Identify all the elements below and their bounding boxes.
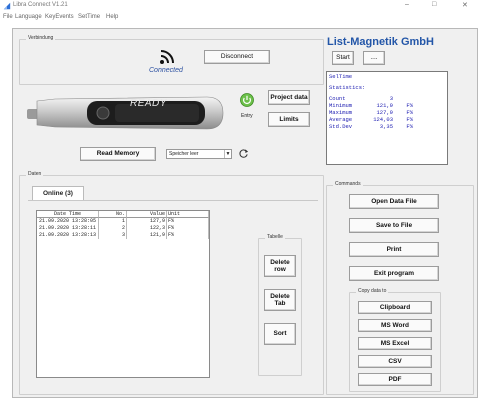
clipboard-button[interactable]: Clipboard: [358, 301, 432, 314]
open-data-file-button[interactable]: Open Data File: [349, 194, 439, 209]
connection-status: Connected: [149, 67, 183, 74]
connection-group: Verbindung Connected Disconnect: [19, 35, 324, 85]
start-button[interactable]: Start: [332, 51, 354, 65]
table-row[interactable]: 21.09.2020 13:28:11 2 122,3 F%: [37, 225, 209, 232]
refresh-icon[interactable]: [238, 148, 249, 159]
close-button[interactable]: ✕: [462, 1, 468, 9]
delete-tab-button[interactable]: Delete Tab: [264, 289, 296, 311]
stat-row: Average 124,03 F%: [329, 116, 413, 123]
device-display: READY: [130, 98, 167, 109]
sort-button[interactable]: Sort: [264, 323, 296, 345]
menu-file[interactable]: File: [3, 14, 13, 20]
memory-select[interactable]: Speicher leer ▼: [166, 149, 232, 159]
disconnect-button[interactable]: Disconnect: [204, 50, 270, 64]
copy-data-group: Copy data to Clipboard MS Word MS Excel …: [349, 288, 441, 392]
menu-help[interactable]: Help: [106, 14, 118, 20]
blue-triangle-icon: [3, 2, 11, 10]
output-title: Statistics:: [329, 84, 366, 91]
menu-bar: File Language KeyEvents SetTime Help: [0, 12, 480, 24]
main-panel: Verbindung Connected Disconnect READY En…: [12, 28, 478, 398]
save-to-file-button[interactable]: Save to File: [349, 218, 439, 233]
pdf-button[interactable]: PDF: [358, 373, 432, 386]
title-bar: Libra Connect V1.21 – □ ✕: [0, 0, 480, 12]
tab-divider: [28, 200, 318, 201]
csv-button[interactable]: CSV: [358, 355, 432, 368]
copy-data-group-title: Copy data to: [356, 288, 389, 294]
device-pen-image: [27, 96, 224, 130]
delete-row-button[interactable]: Delete row: [264, 255, 296, 277]
stat-row: Count 3: [329, 95, 393, 102]
output-header: SelTime: [329, 73, 353, 80]
memory-select-value: Speicher leer: [169, 151, 199, 157]
maximize-button[interactable]: □: [432, 1, 436, 8]
ms-excel-button[interactable]: MS Excel: [358, 337, 432, 350]
table-row[interactable]: 21.09.2020 13:28:13 3 121,9 F%: [37, 232, 209, 239]
connection-group-title: Verbindung: [26, 35, 56, 41]
limits-button[interactable]: Limits: [268, 112, 310, 127]
commands-group-title: Commands: [333, 181, 363, 187]
table-actions-group: Tabelle Delete row Delete Tab Sort: [258, 234, 302, 376]
company-title: List-Magnetik GmbH: [327, 36, 434, 48]
exit-program-button[interactable]: Exit program: [349, 266, 439, 281]
menu-language[interactable]: Language: [15, 14, 42, 20]
data-group-title: Daten: [26, 171, 44, 177]
statistics-output: SelTime Statistics: Count 3 Minimum 121,9 F…: [326, 71, 448, 165]
menu-keyevents[interactable]: KeyEvents: [45, 14, 74, 20]
chevron-down-icon: ▼: [224, 150, 231, 158]
stat-row: Maximum 127,9 F%: [329, 109, 413, 116]
table-row[interactable]: 21.09.2020 13:28:05 1 127,9 F%: [37, 218, 209, 225]
wireless-signal-icon: [160, 50, 174, 64]
commands-group: Commands Open Data File Save to File Pri…: [326, 181, 474, 395]
project-data-button[interactable]: Project data: [268, 90, 310, 105]
data-table[interactable]: Date Time No. Value Unit 21.09.2020 13:2…: [36, 210, 210, 378]
stat-row: Std.Dev 3,35 F%: [329, 123, 413, 130]
entry-label: Entry: [241, 113, 253, 119]
table-header: Date Time No. Value Unit: [37, 211, 209, 218]
minimize-button[interactable]: –: [405, 1, 409, 8]
power-icon[interactable]: [240, 93, 254, 107]
table-actions-title: Tabelle: [265, 234, 285, 240]
tab-online[interactable]: Online (3): [32, 186, 84, 200]
ms-word-button[interactable]: MS Word: [358, 319, 432, 332]
data-group: Daten Online (3) Date Time No. Value Uni…: [19, 171, 324, 395]
menu-settime[interactable]: SetTime: [78, 14, 100, 20]
read-memory-button[interactable]: Read Memory: [80, 147, 156, 161]
more-button[interactable]: ....: [363, 51, 385, 65]
print-button[interactable]: Print: [349, 242, 439, 257]
stat-row: Minimum 121,9 F%: [329, 102, 413, 109]
window-title: Libra Connect V1.21: [13, 2, 68, 8]
